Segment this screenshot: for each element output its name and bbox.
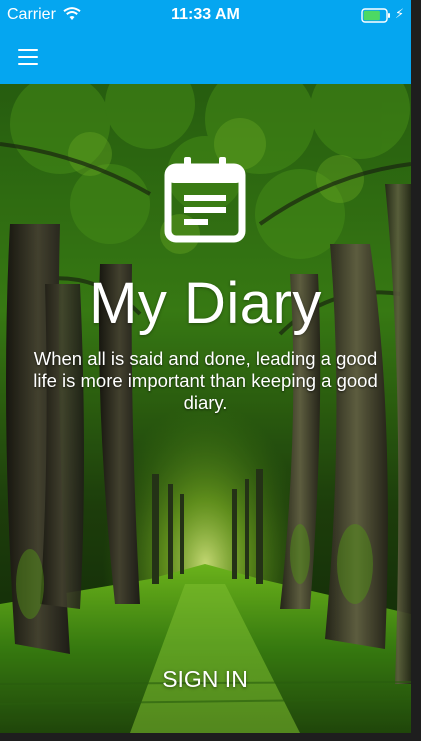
quote-text: When all is said and done, leading a goo… <box>33 348 378 413</box>
app-title: My Diary <box>89 271 322 336</box>
sign-in-button[interactable]: SIGN IN <box>125 660 285 698</box>
hamburger-menu-icon[interactable] <box>18 46 40 68</box>
status-bar: Carrier 11:33 AM ⚡ <box>0 0 411 32</box>
battery-icon <box>361 8 390 23</box>
phone-screen: Carrier 11:33 AM ⚡ My Diary When all is … <box>0 0 411 733</box>
calendar-icon <box>164 157 246 243</box>
app-header <box>0 32 411 84</box>
charging-bolt-icon: ⚡ <box>395 6 405 21</box>
status-time: 11:33 AM <box>171 6 240 23</box>
